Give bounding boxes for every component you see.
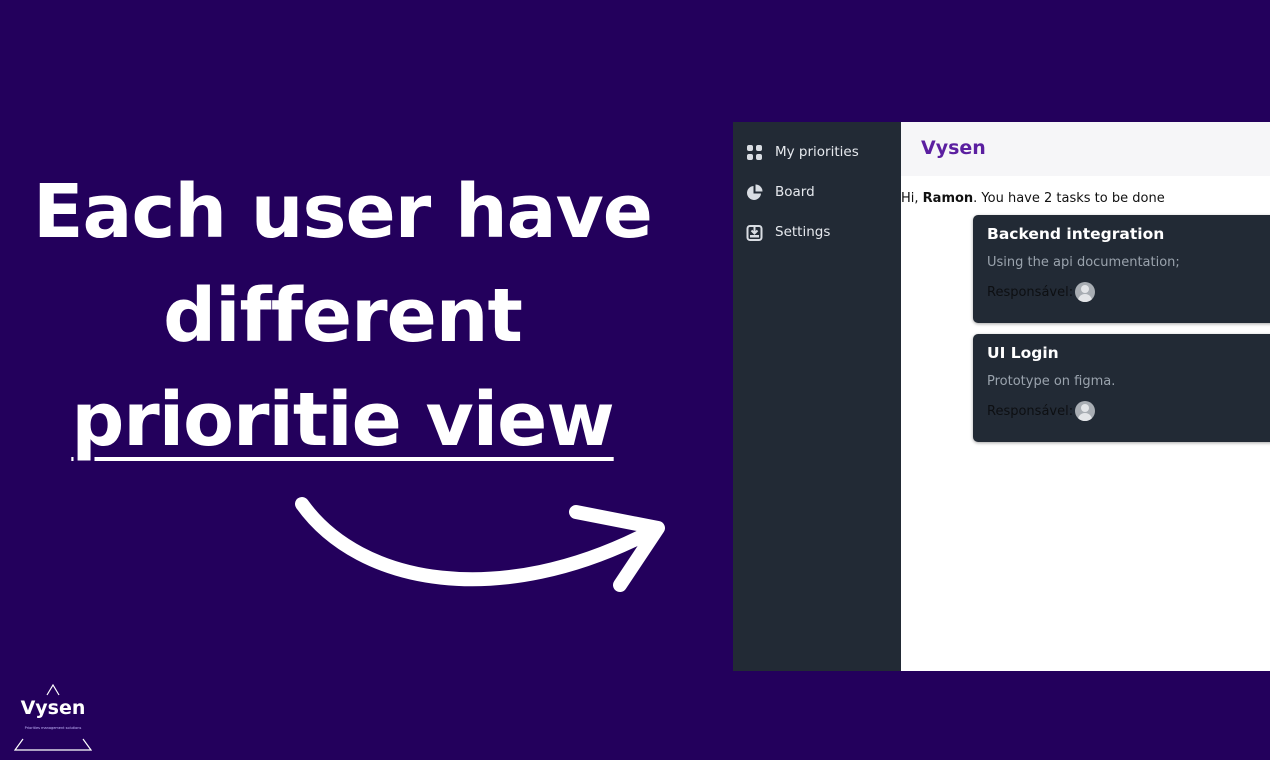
task-title: UI Login [987,344,1059,362]
brand-title[interactable]: Vysen [921,137,986,159]
headline-line-2: different [163,273,523,359]
topbar: Vysen [901,122,1270,176]
sidebar-item-board[interactable]: Board [746,180,815,204]
task-description: Using the api documentation; [987,255,1180,270]
headline-line-3: prioritie view [71,377,614,463]
greeting-suffix: . You have 2 tasks to be done [973,191,1165,206]
sidebar-item-settings[interactable]: Settings [746,220,830,244]
task-card[interactable]: Backend integration Using the api docume… [973,215,1270,323]
greeting-user-name: Ramon [922,191,974,206]
task-responsible: Responsável: [987,401,1096,421]
logo-name: Vysen [20,697,86,719]
task-description: Prototype on figma. [987,374,1116,389]
sidebar-item-label: Settings [775,224,831,240]
sidebar-item-label: Board [775,184,815,200]
avatar-icon[interactable] [1075,282,1096,302]
app-window: My priorities Board Settings Vysen Hi, R… [733,122,1270,671]
task-responsible-label: Responsável: [987,403,1074,419]
greeting-prefix: Hi, [901,191,923,206]
settings-box-icon [746,224,763,241]
vysen-logo: Vysen Priorities management solutions [14,684,92,752]
sidebar: My priorities Board Settings [733,122,901,671]
sidebar-item-my-priorities[interactable]: My priorities [746,140,859,164]
greeting: Hi, Ramon. You have 2 tasks to be done [901,191,1165,206]
task-title: Backend integration [987,225,1165,243]
task-responsible: Responsável: [987,282,1096,302]
headline-line-1: Each user have [32,169,653,255]
sidebar-item-label: My priorities [775,144,859,160]
logo-tagline: Priorities management solutions [24,726,82,730]
pie-chart-icon [746,184,763,201]
task-card[interactable]: UI Login Prototype on figma. Responsável… [973,334,1270,442]
curved-arrow-icon [295,497,665,592]
avatar-icon[interactable] [1075,401,1096,421]
task-responsible-label: Responsável: [987,284,1074,300]
grid-icon [746,144,763,161]
headline: Each user have different prioritie view [0,160,685,472]
